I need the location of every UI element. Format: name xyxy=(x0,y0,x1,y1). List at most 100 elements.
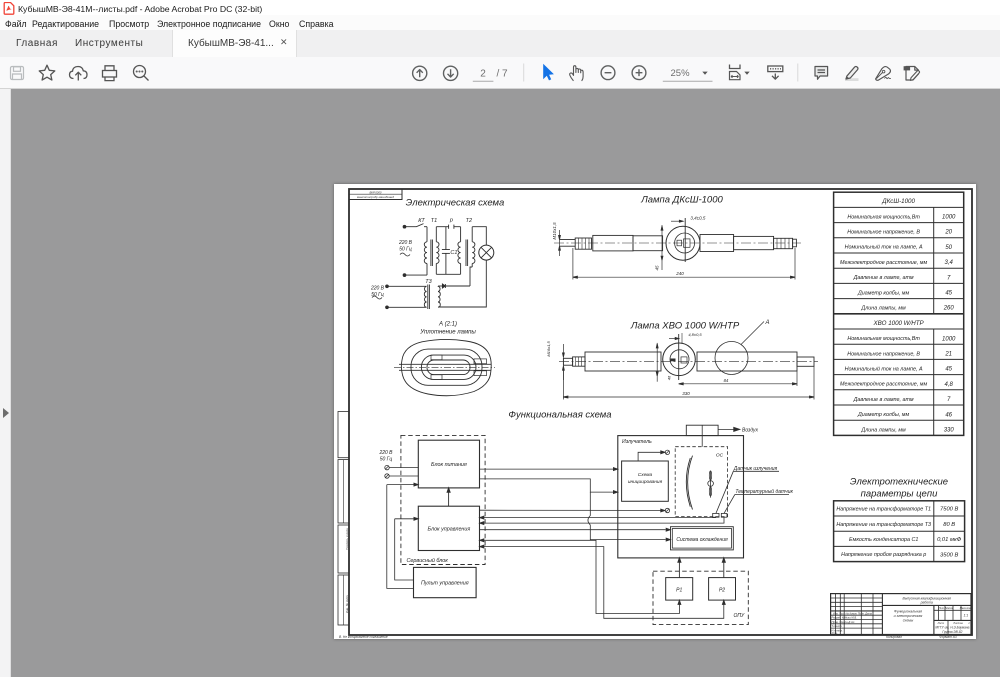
svg-text:Функциональная схема: Функциональная схема xyxy=(508,410,611,421)
svg-text:Т.контр.: Т.контр. xyxy=(832,624,843,628)
svg-text:работа: работа xyxy=(920,601,933,605)
svg-text:7500 В: 7500 В xyxy=(940,507,959,513)
svg-text:Длина лампы, мм: Длина лампы, мм xyxy=(860,306,906,312)
svg-text:/ 7: / 7 xyxy=(497,69,509,80)
svg-text:7: 7 xyxy=(947,397,951,403)
svg-text:1:1: 1:1 xyxy=(963,614,968,618)
svg-text:84: 84 xyxy=(724,378,729,383)
svg-text:Давление в лампе, атм: Давление в лампе, атм xyxy=(853,397,914,403)
svg-text:М10х1,5: М10х1,5 xyxy=(552,222,557,240)
svg-text:45: 45 xyxy=(945,367,952,373)
svg-text:Излучатель: Излучатель xyxy=(622,439,652,445)
svg-text:Масштаб: Масштаб xyxy=(960,606,973,610)
svg-text:Напряжение на трансформаторе Т: Напряжение на трансформаторе Т1 xyxy=(836,507,931,513)
svg-text:параметры цепи: параметры цепи xyxy=(861,489,938,500)
svg-text:Подпись и дата: Подпись и дата xyxy=(345,528,349,550)
svg-text:Напряжение на трансформаторе Т: Напряжение на трансформаторе Т3 xyxy=(836,522,931,528)
svg-text:ХВО 1000 W/НТР: ХВО 1000 W/НТР xyxy=(873,320,925,327)
svg-text:Лампа ДКсШ-1000: Лампа ДКсШ-1000 xyxy=(640,195,723,206)
svg-text:330: 330 xyxy=(944,428,955,434)
svg-text:Копировал: Копировал xyxy=(886,635,902,639)
svg-text:Давление в лампе, атм: Давление в лампе, атм xyxy=(853,275,914,281)
svg-text:ДКсШ-1000: ДКсШ-1000 xyxy=(881,198,915,205)
svg-text:Р1: Р1 xyxy=(676,587,682,593)
svg-text:Изм. Лист № докум. Подп. Да: Изм. Лист № докум. Подп. Дата xyxy=(833,612,872,615)
svg-text:Масса: Масса xyxy=(945,606,953,610)
svg-text:20: 20 xyxy=(944,230,952,236)
svg-text:Номинальный ток на лампе, А: Номинальный ток на лампе, А xyxy=(845,244,923,251)
svg-text:КТ: КТ xyxy=(418,218,425,224)
svg-text:50 Гц: 50 Гц xyxy=(371,292,384,298)
svg-text:Пров. Смирн.Д.Ал.: Пров. Смирн.Д.Ал. xyxy=(832,620,856,624)
svg-text:46: 46 xyxy=(945,412,952,418)
svg-text:7: 7 xyxy=(947,275,951,281)
svg-text:Датчик излучения: Датчик излучения xyxy=(733,466,778,472)
svg-text:50 Гц: 50 Гц xyxy=(399,247,412,253)
svg-text:4,8: 4,8 xyxy=(945,382,954,388)
svg-text:схемы: схемы xyxy=(903,619,914,623)
svg-text:Утв.: Утв. xyxy=(832,631,838,635)
svg-text:Схема: Схема xyxy=(638,472,653,478)
svg-text:4,8±0,5: 4,8±0,5 xyxy=(688,332,702,337)
svg-text:1000: 1000 xyxy=(942,336,956,342)
svg-text:21: 21 xyxy=(944,352,952,358)
svg-text:Т2: Т2 xyxy=(466,218,472,224)
svg-text:240: 240 xyxy=(675,271,684,276)
svg-text:45: 45 xyxy=(655,265,660,271)
svg-text:3,4: 3,4 xyxy=(945,260,954,266)
svg-text:45: 45 xyxy=(945,291,952,297)
svg-text:Межэлектродное расстояние, мм: Межэлектродное расстояние, мм xyxy=(840,260,927,266)
svg-text:Блок питания: Блок питания xyxy=(431,462,467,468)
svg-text:330: 330 xyxy=(682,391,690,396)
svg-text:Номинальное напряжение, В: Номинальное напряжение, В xyxy=(847,230,920,236)
svg-text:0,01 мкФ: 0,01 мкФ xyxy=(937,537,962,543)
svg-text:инициирования: инициирования xyxy=(628,480,663,485)
svg-text:Т1: Т1 xyxy=(431,218,437,224)
svg-text:С1: С1 xyxy=(450,250,457,256)
svg-text:Диаметр колбы, мм: Диаметр колбы, мм xyxy=(857,290,910,296)
svg-text:Листов: Листов xyxy=(952,621,963,625)
svg-text:220 В: 220 В xyxy=(370,286,385,292)
svg-text:46: 46 xyxy=(667,375,672,380)
svg-text:3500 В: 3500 В xyxy=(940,552,959,558)
svg-text:Воздух: Воздух xyxy=(742,427,759,433)
svg-text:Напряжение пробоя разрядника р: Напряжение пробоя разрядника р xyxy=(841,552,926,558)
svg-text:Блок управления: Блок управления xyxy=(428,526,471,532)
svg-text:260: 260 xyxy=(943,306,955,312)
svg-text:А: А xyxy=(764,320,769,326)
svg-text:Лампа ХВО 1000 W/НТР: Лампа ХВО 1000 W/НТР xyxy=(630,321,740,332)
svg-text:50: 50 xyxy=(945,245,952,251)
svg-text:Т3: Т3 xyxy=(425,279,432,285)
svg-text:Номинальная мощность,Вт: Номинальная мощность,Вт xyxy=(847,336,920,342)
svg-text:Лист: Лист xyxy=(936,621,945,625)
svg-text:220 В: 220 В xyxy=(378,450,393,456)
svg-text:Пульт управления: Пульт управления xyxy=(421,581,469,587)
svg-text:ВКР.0000: ВКР.0000 xyxy=(370,190,382,194)
svg-text:Номинальное напряжение, В: Номинальное напряжение, В xyxy=(847,351,920,357)
svg-text:1000: 1000 xyxy=(942,215,956,221)
svg-text:р: р xyxy=(449,218,453,224)
svg-text:220 В: 220 В xyxy=(398,240,413,246)
svg-text:Электрическая схема: Электрическая схема xyxy=(406,198,505,209)
svg-text:ОС: ОС xyxy=(716,453,724,459)
svg-text:25%: 25% xyxy=(671,68,691,79)
svg-text:Группа ЭВ-82: Группа ЭВ-82 xyxy=(942,630,962,634)
svg-text:Функциональная: Функциональная xyxy=(894,610,922,614)
svg-text:Формат А3: Формат А3 xyxy=(939,635,957,639)
svg-text:Диаметр колбы, мм: Диаметр колбы, мм xyxy=(857,412,910,418)
svg-text:Уплотнение лампы: Уплотнение лампы xyxy=(419,330,476,336)
svg-text:манготипробу манибианд: манготипробу манибианд xyxy=(357,195,394,199)
svg-text:Длина лампы, мм: Длина лампы, мм xyxy=(860,427,906,433)
svg-text:Номинальная мощность,Вт: Номинальная мощность,Вт xyxy=(847,214,920,220)
svg-text:1: 1 xyxy=(968,621,970,625)
svg-text:В. Не копированное соглашение: В. Не копированное соглашение xyxy=(339,635,388,639)
svg-text:Лит.: Лит. xyxy=(938,606,945,610)
svg-text:ОПУ: ОПУ xyxy=(734,613,746,619)
svg-text:Инв. № дубл.: Инв. № дубл. xyxy=(345,595,349,614)
svg-text:Емкость конденсатора С1: Емкость конденсатора С1 xyxy=(849,537,918,543)
svg-text:Р2: Р2 xyxy=(719,587,725,593)
svg-text:80 В: 80 В xyxy=(943,522,955,528)
svg-text:М16х1,5: М16х1,5 xyxy=(546,341,551,357)
svg-text:Сервисный блок: Сервисный блок xyxy=(407,557,449,564)
svg-text:2: 2 xyxy=(480,69,486,80)
